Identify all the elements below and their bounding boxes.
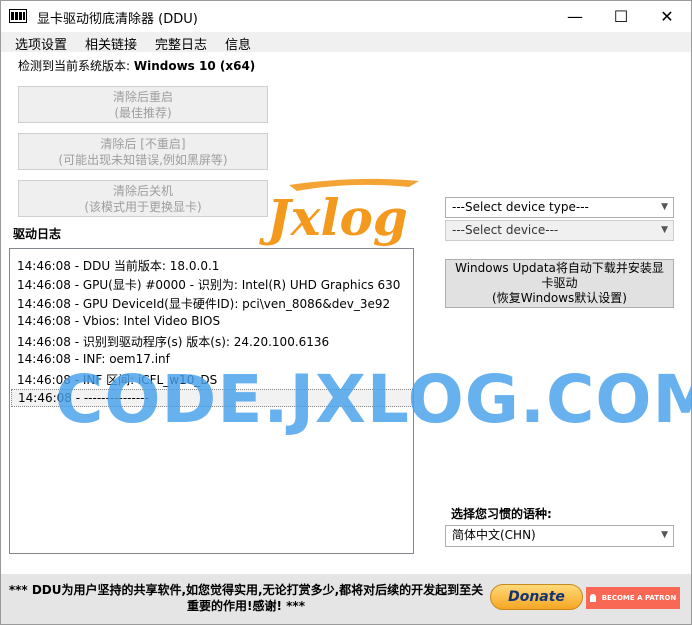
menu-bar: 选项设置 相关链接 完整日志 信息 [1,32,691,53]
log-line[interactable]: 14:46:08 - INF: oem17.inf [17,352,170,366]
donation-message: *** DDU为用户坚持的共享软件,如您觉得实用,无论打赏多少,都将对后续的开发… [7,582,485,614]
clean-no-restart-button[interactable]: 清除后 [不重启] (可能出现未知错误,例如黑屏等) [18,133,268,170]
clean-restart-sublabel: (最佳推荐) [114,105,172,120]
jxlog-logo-text: Jxlog [259,188,408,247]
log-line-selected[interactable]: 14:46:08 - --------------- [11,389,413,407]
device-type-dropdown[interactable]: ---Select device type--- ▼ [445,197,674,218]
become-a-patron-button[interactable]: BECOME A PATRON [586,587,680,609]
language-value: 简体中文(CHN) [452,528,536,542]
clean-shutdown-sublabel: (该模式用于更换显卡) [84,199,202,214]
menu-info[interactable]: 信息 [225,34,251,53]
chevron-down-icon: ▼ [661,202,668,212]
windows-update-label-2: 卡驱动 [541,276,578,290]
windows-update-button[interactable]: Windows Updata将自动下载并安装显 卡驱动 (恢复Windows默认… [445,259,674,308]
device-dropdown[interactable]: ---Select device--- ▼ [445,220,674,241]
clean-no-restart-label: 清除后 [不重启] [100,136,186,151]
donation-message-line-1: *** DDU为用户坚持的共享软件,如您觉得实用,无论打赏多少,都将对后续的开发… [8,583,484,597]
window-title: 显卡驱动彻底清除器 (DDU) [37,12,198,27]
log-listbox[interactable]: 14:46:08 - DDU 当前版本: 18.0.0.1 14:46:08 -… [9,248,414,554]
log-line[interactable]: 14:46:08 - Vbios: Intel Video BIOS [17,314,220,328]
jxlog-watermark-logo: Jxlog [259,178,419,247]
close-button[interactable]: ✕ [644,1,690,32]
donation-message-line-2: 重要的作用!感谢! *** [187,599,305,613]
close-icon: ✕ [660,7,674,26]
donate-button[interactable]: Donate [490,584,583,610]
detected-os-row: 检测到当前系统版本: Windows 10 (x64) [18,57,255,74]
footer-bar: *** DDU为用户坚持的共享软件,如您觉得实用,无论打赏多少,都将对后续的开发… [1,574,691,624]
windows-update-label-3: (恢复Windows默认设置) [492,291,627,305]
minimize-button[interactable]: — [552,1,598,32]
log-line[interactable]: 14:46:08 - GPU(显卡) #0000 - 识别为: Intel(R)… [17,276,400,293]
patreon-icon [589,594,596,602]
language-label: 选择您习惯的语种: [451,507,552,521]
detected-os-prefix: 检测到当前系统版本: [18,59,134,73]
device-value: ---Select device--- [452,223,559,237]
device-type-value: ---Select device type--- [452,200,589,214]
log-label: 驱动日志 [13,227,62,241]
clean-and-shutdown-button[interactable]: 清除后关机 (该模式用于更换显卡) [18,180,268,217]
menu-links[interactable]: 相关链接 [85,34,137,53]
log-line[interactable]: 14:46:08 - 识别到驱动程序(s) 版本(s): 24.20.100.6… [17,333,329,350]
language-dropdown[interactable]: 简体中文(CHN) ▼ [445,525,674,547]
clean-shutdown-label: 清除后关机 [112,183,173,198]
detected-os-value: Windows 10 (x64) [133,59,256,73]
menu-options[interactable]: 选项设置 [15,34,67,53]
maximize-button[interactable]: ☐ [598,1,644,32]
windows-update-label-1: Windows Updata将自动下载并安装显 [455,261,664,275]
ddu-window: 显卡驱动彻底清除器 (DDU) — ☐ ✕ 选项设置 相关链接 完整日志 信息 … [0,0,692,625]
patron-label: BECOME A PATRON [601,594,677,602]
log-line[interactable]: 14:46:08 - GPU DeviceId(显卡硬件ID): pci\ven… [17,295,390,312]
clean-restart-label: 清除后重启 [112,89,173,104]
clean-and-restart-button[interactable]: 清除后重启 (最佳推荐) [18,86,268,123]
chevron-down-icon: ▼ [661,530,668,540]
clean-no-restart-sublabel: (可能出现未知错误,例如黑屏等) [58,152,228,167]
menu-full-log[interactable]: 完整日志 [155,34,207,53]
maximize-icon: ☐ [613,7,629,26]
title-bar[interactable]: 显卡驱动彻底清除器 (DDU) — ☐ ✕ [1,1,691,32]
main-panel: 检测到当前系统版本: Windows 10 (x64) 清除后重启 (最佳推荐)… [1,52,691,574]
minimize-icon: — [567,7,583,26]
chevron-down-icon: ▼ [661,225,668,235]
log-line[interactable]: 14:46:08 - INF 区间: iCFL_w10_DS [17,371,217,388]
ddu-app-icon [9,9,27,23]
log-line[interactable]: 14:46:08 - DDU 当前版本: 18.0.0.1 [17,257,219,274]
